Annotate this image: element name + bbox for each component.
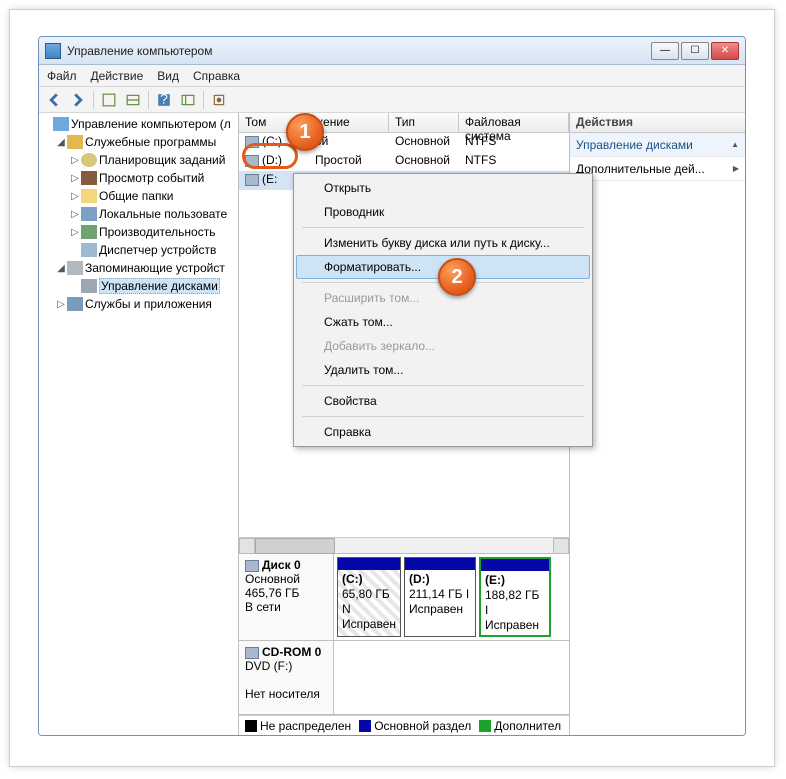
maximize-button[interactable]: ☐ bbox=[681, 42, 709, 60]
tool-5[interactable] bbox=[208, 89, 230, 111]
partition[interactable]: (D:)211,14 ГБ IИсправен bbox=[404, 557, 476, 637]
context-menu: Открыть Проводник Изменить букву диска и… bbox=[293, 173, 593, 447]
legend-extended: Дополнител bbox=[494, 719, 561, 733]
legend: Не распределен Основной раздел Дополните… bbox=[239, 715, 569, 735]
legend-unallocated: Не распределен bbox=[260, 719, 351, 733]
actions-disk-management[interactable]: Управление дисками▲ bbox=[570, 133, 745, 157]
event-icon bbox=[81, 171, 97, 185]
tree-system-tools[interactable]: Служебные программы bbox=[85, 135, 216, 149]
callout-1: 1 bbox=[286, 113, 324, 151]
ctx-open[interactable]: Открыть bbox=[296, 176, 590, 200]
scroll-left[interactable] bbox=[239, 538, 255, 554]
ctx-change-letter[interactable]: Изменить букву диска или путь к диску... bbox=[296, 231, 590, 255]
disk-header: Диск 0Основной465,76 ГБВ сети bbox=[239, 554, 334, 640]
scroll-right[interactable] bbox=[553, 538, 569, 554]
tool-1[interactable] bbox=[98, 89, 120, 111]
tree-local-users[interactable]: Локальные пользовате bbox=[99, 207, 227, 221]
tree-root[interactable]: Управление компьютером (л bbox=[71, 117, 231, 131]
menu-view[interactable]: Вид bbox=[157, 69, 179, 83]
titlebar: Управление компьютером — ☐ ✕ bbox=[39, 37, 745, 65]
chevron-right-icon: ▶ bbox=[733, 164, 739, 173]
ctx-delete[interactable]: Удалить том... bbox=[296, 358, 590, 382]
forward-button[interactable] bbox=[67, 89, 89, 111]
h-scrollbar[interactable] bbox=[239, 537, 569, 553]
col-filesystem[interactable]: Файловая система bbox=[459, 113, 569, 132]
tree-storage[interactable]: Запоминающие устройст bbox=[85, 261, 225, 275]
disk-row: CD-ROM 0DVD (F:)Нет носителя bbox=[239, 641, 569, 715]
computer-icon bbox=[53, 117, 69, 131]
menu-file[interactable]: Файл bbox=[47, 69, 77, 83]
partition[interactable]: (C:)65,80 ГБ NИсправен bbox=[337, 557, 401, 637]
ctx-explorer[interactable]: Проводник bbox=[296, 200, 590, 224]
actions-header: Действия bbox=[570, 113, 745, 133]
ctx-mirror: Добавить зеркало... bbox=[296, 334, 590, 358]
tree-event-viewer[interactable]: Просмотр событий bbox=[99, 171, 204, 185]
legend-unallocated-swatch bbox=[245, 720, 257, 732]
callout-2: 2 bbox=[438, 258, 476, 296]
tools-icon bbox=[67, 135, 83, 149]
disk-graphical-view: Диск 0Основной465,76 ГБВ сети(C:)65,80 Г… bbox=[239, 553, 569, 715]
actions-more[interactable]: Дополнительные дей...▶ bbox=[570, 157, 745, 181]
menubar: Файл Действие Вид Справка bbox=[39, 65, 745, 87]
expand-icon: ▲ bbox=[731, 140, 739, 149]
legend-extended-swatch bbox=[479, 720, 491, 732]
services-icon bbox=[67, 297, 83, 311]
disk-icon bbox=[245, 560, 259, 572]
menu-action[interactable]: Действие bbox=[91, 69, 144, 83]
drive-icon bbox=[245, 174, 259, 186]
window-title: Управление компьютером bbox=[67, 44, 651, 58]
ctx-properties[interactable]: Свойства bbox=[296, 389, 590, 413]
tree-performance[interactable]: Производительность bbox=[99, 225, 215, 239]
ctx-help[interactable]: Справка bbox=[296, 420, 590, 444]
actions-panel: Действия Управление дисками▲ Дополнитель… bbox=[570, 113, 745, 735]
disk-mgmt-icon bbox=[81, 279, 97, 293]
storage-icon bbox=[67, 261, 83, 275]
tree-disk-management[interactable]: Управление дисками bbox=[99, 278, 220, 294]
svg-text:?: ? bbox=[160, 93, 168, 107]
close-button[interactable]: ✕ bbox=[711, 42, 739, 60]
disk-row: Диск 0Основной465,76 ГБВ сети(C:)65,80 Г… bbox=[239, 554, 569, 641]
folder-icon bbox=[81, 189, 97, 203]
disk-header: CD-ROM 0DVD (F:)Нет носителя bbox=[239, 641, 334, 714]
ctx-shrink[interactable]: Сжать том... bbox=[296, 310, 590, 334]
tree-shared-folders[interactable]: Общие папки bbox=[99, 189, 173, 203]
scroll-thumb[interactable] bbox=[255, 538, 335, 554]
back-button[interactable] bbox=[43, 89, 65, 111]
legend-primary-swatch bbox=[359, 720, 371, 732]
tool-4[interactable] bbox=[177, 89, 199, 111]
tool-2[interactable] bbox=[122, 89, 144, 111]
disk-icon bbox=[245, 647, 259, 659]
tree-device-manager[interactable]: Диспетчер устройств bbox=[99, 243, 216, 257]
callout-ring-1 bbox=[242, 143, 298, 169]
users-icon bbox=[81, 207, 97, 221]
menu-help[interactable]: Справка bbox=[193, 69, 240, 83]
col-type[interactable]: Тип bbox=[389, 113, 459, 132]
legend-primary: Основной раздел bbox=[374, 719, 471, 733]
device-icon bbox=[81, 243, 97, 257]
minimize-button[interactable]: — bbox=[651, 42, 679, 60]
tree-task-scheduler[interactable]: Планировщик заданий bbox=[99, 153, 225, 167]
partition[interactable]: (E:)188,82 ГБ IИсправен bbox=[479, 557, 551, 637]
help-button[interactable]: ? bbox=[153, 89, 175, 111]
tree-services[interactable]: Службы и приложения bbox=[85, 297, 212, 311]
scheduler-icon bbox=[81, 153, 97, 167]
toolbar: ? bbox=[39, 87, 745, 113]
app-icon bbox=[45, 43, 61, 59]
perf-icon bbox=[81, 225, 97, 239]
nav-tree[interactable]: Управление компьютером (л ◢Служебные про… bbox=[39, 113, 239, 735]
